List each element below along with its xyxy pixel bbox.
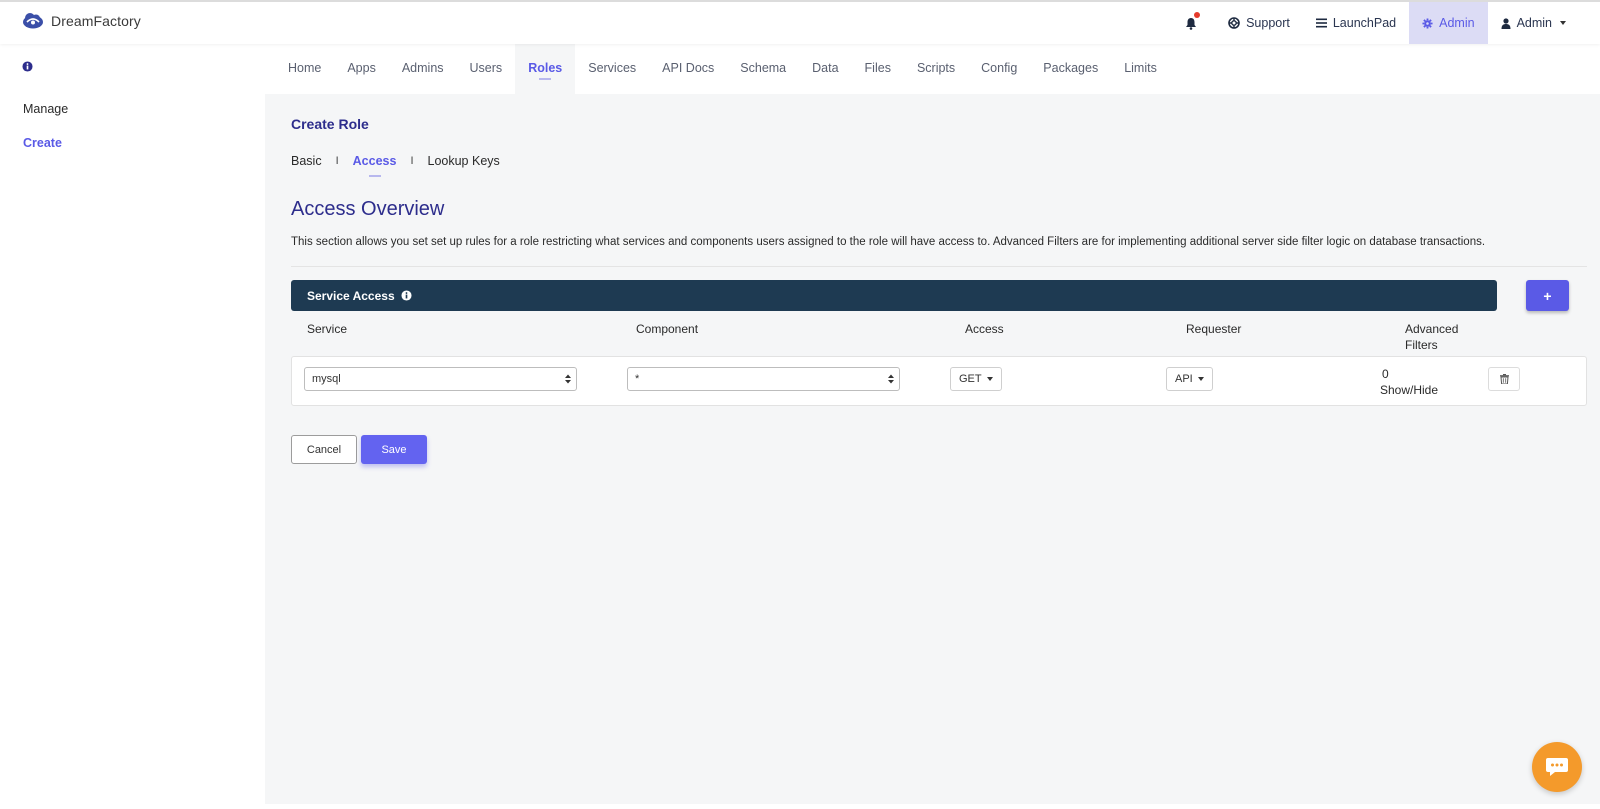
tab-data[interactable]: Data (799, 44, 851, 94)
service-select[interactable]: mysql (304, 367, 577, 391)
logo[interactable]: DreamFactory (22, 12, 141, 30)
subtab-separator: I (410, 155, 414, 167)
access-overview-description: This section allows you set set up rules… (291, 236, 1486, 248)
advanced-filter-toggle[interactable]: Show/Hide (1380, 383, 1438, 397)
select-arrows-icon (565, 374, 571, 384)
cloud-logo-icon (23, 13, 43, 29)
chat-widget-button[interactable] (1532, 742, 1582, 792)
chevron-down-icon (1560, 21, 1566, 25)
tab-services[interactable]: Services (575, 44, 649, 94)
save-button[interactable]: Save (361, 435, 427, 464)
bars-icon (1315, 18, 1327, 28)
launchpad-link[interactable]: LaunchPad (1303, 2, 1409, 44)
support-label: Support (1246, 16, 1290, 30)
sidebar: Manage Create (0, 44, 265, 809)
user-menu-label: Admin (1516, 16, 1552, 30)
tab-home[interactable]: Home (275, 44, 334, 94)
add-service-access-button[interactable]: + (1526, 280, 1569, 311)
tab-packages[interactable]: Packages (1030, 44, 1111, 94)
service-access-title: Service Access (307, 288, 395, 303)
column-header-component: Component (636, 322, 699, 336)
tab-config[interactable]: Config (968, 44, 1030, 94)
tab-api-docs[interactable]: API Docs (649, 44, 727, 94)
main-nav: Home Apps Admins Users Roles Services AP… (265, 44, 1600, 94)
launchpad-label: LaunchPad (1332, 16, 1397, 30)
column-header-filters: Filters (1405, 338, 1438, 352)
tab-limits[interactable]: Limits (1111, 44, 1170, 94)
column-header-service: Service (307, 322, 348, 336)
column-header-requester: Requester (1186, 322, 1242, 336)
bell-icon (1186, 17, 1197, 30)
access-verb-value: GET (959, 373, 982, 385)
admin-settings-label: Admin (1439, 16, 1475, 30)
tab-roles[interactable]: Roles (515, 44, 576, 94)
info-icon[interactable] (22, 59, 33, 77)
select-arrows-icon (888, 374, 894, 384)
user-menu[interactable]: Admin (1488, 2, 1600, 44)
notification-dot (1194, 12, 1201, 18)
role-subtabs: Basic I Access I Lookup Keys (291, 154, 500, 177)
service-select-value: mysql (312, 373, 341, 385)
chevron-down-icon (986, 377, 993, 381)
requester-value: API (1175, 373, 1193, 385)
tab-files[interactable]: Files (852, 44, 904, 94)
subtab-lookup-keys[interactable]: Lookup Keys (428, 154, 500, 168)
column-header-access: Access (965, 322, 1004, 336)
top-bar: DreamFactory Support LaunchPad Admin Adm… (0, 0, 1600, 44)
app-name: DreamFactory (51, 13, 141, 29)
user-icon (1501, 17, 1511, 29)
gear-icon (1422, 17, 1433, 29)
column-header-advanced: Advanced (1405, 322, 1459, 336)
tab-admins[interactable]: Admins (389, 44, 457, 94)
chevron-down-icon (1197, 377, 1204, 381)
component-select-value: * (635, 373, 640, 385)
tab-scripts[interactable]: Scripts (904, 44, 968, 94)
lifebuoy-icon (1228, 17, 1240, 29)
tab-schema[interactable]: Schema (727, 44, 799, 94)
chat-bubble-icon (1546, 758, 1568, 776)
access-verb-dropdown[interactable]: GET (950, 367, 1002, 391)
subtab-access[interactable]: Access (353, 154, 396, 177)
tab-users[interactable]: Users (457, 44, 516, 94)
support-link[interactable]: Support (1215, 2, 1303, 44)
notifications-button[interactable] (1167, 2, 1215, 44)
tab-apps[interactable]: Apps (334, 44, 389, 94)
access-overview-title: Access Overview (291, 198, 445, 220)
delete-row-button[interactable] (1488, 367, 1520, 391)
main-content: Create Role Basic I Access I Lookup Keys… (265, 94, 1600, 804)
admin-settings-link[interactable]: Admin (1409, 2, 1488, 44)
trash-icon (1499, 374, 1509, 384)
sidebar-item-create[interactable]: Create (23, 136, 62, 150)
sidebar-item-manage[interactable]: Manage (23, 102, 68, 116)
subtab-separator: I (335, 155, 339, 167)
page-title: Create Role (291, 116, 369, 132)
info-icon[interactable] (401, 290, 412, 301)
subtab-basic[interactable]: Basic (291, 154, 322, 168)
component-select[interactable]: * (627, 367, 900, 391)
cancel-button[interactable]: Cancel (291, 435, 357, 464)
service-access-header: Service Access (291, 280, 1497, 311)
requester-dropdown[interactable]: API (1166, 367, 1213, 391)
advanced-filter-count: 0 (1382, 367, 1389, 381)
divider (291, 266, 1587, 267)
table-row: mysql * GET API 0 Show/Hide (291, 356, 1587, 406)
